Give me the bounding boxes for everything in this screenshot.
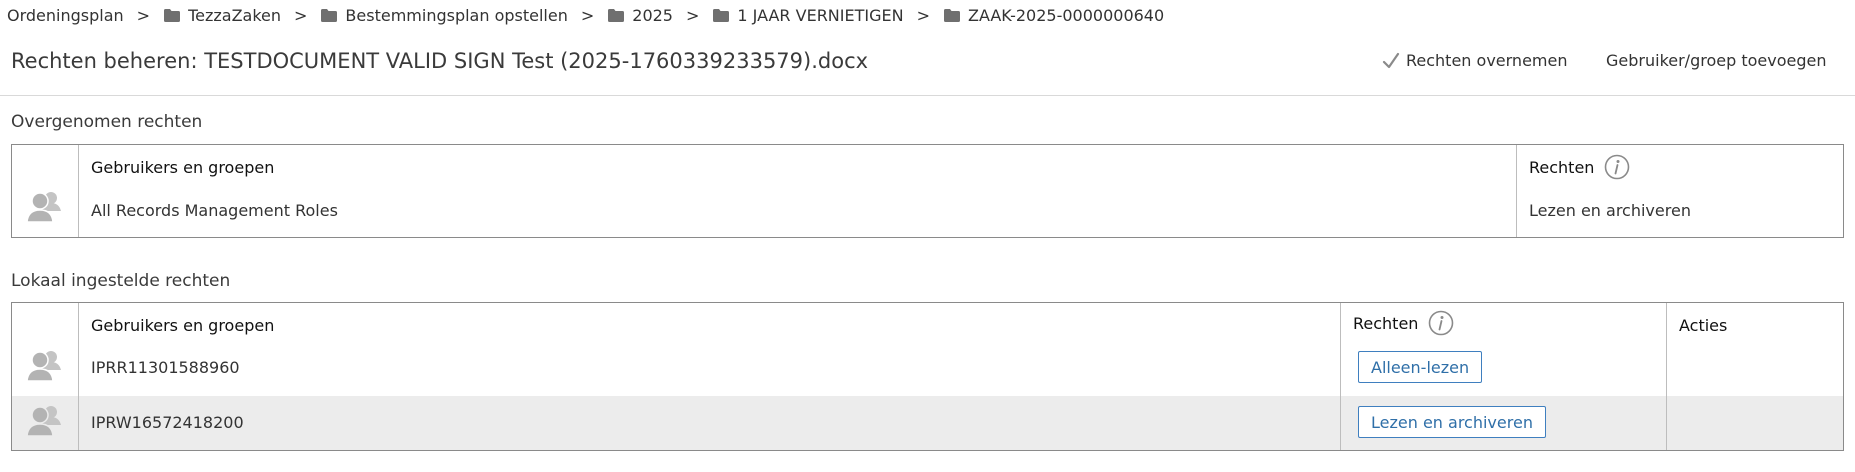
column-divider: [1340, 303, 1341, 450]
inherited-rights-table: Gebruikers en groepen Rechten All Record…: [11, 144, 1844, 238]
column-header-users: Gebruikers en groepen: [91, 316, 275, 335]
rights-button-read-archive[interactable]: Lezen en archiveren: [1358, 406, 1546, 438]
info-icon[interactable]: [1604, 154, 1630, 180]
breadcrumb-item-2025[interactable]: 2025: [608, 6, 673, 25]
info-icon[interactable]: [1428, 310, 1454, 336]
breadcrumb-label: 2025: [632, 5, 673, 25]
inherit-rights-label: Rechten overnemen: [1406, 51, 1568, 70]
column-header-actions: Acties: [1679, 316, 1728, 335]
local-rights-table: Gebruikers en groepen Rechten Acties IPR…: [11, 302, 1844, 451]
breadcrumb: Ordeningsplan > TezzaZaken > Bestemmings…: [7, 4, 1164, 26]
add-user-group-label: Gebruiker/groep toevoegen: [1606, 51, 1827, 70]
breadcrumb-label: TezzaZaken: [188, 5, 282, 25]
folder-icon: [164, 8, 181, 22]
inherited-user: All Records Management Roles: [91, 201, 338, 220]
header-divider: [0, 95, 1855, 96]
table-row-background: [12, 396, 1843, 450]
breadcrumb-separator: >: [580, 5, 595, 25]
breadcrumb-separator: >: [294, 5, 308, 25]
breadcrumb-label: 1 JAAR VERNIETIGEN: [737, 5, 904, 25]
folder-icon: [321, 8, 338, 22]
breadcrumb-root[interactable]: Ordeningsplan: [7, 6, 124, 25]
local-user: IPRR11301588960: [91, 358, 240, 377]
folder-icon: [943, 8, 960, 22]
breadcrumb-item-bestemmingsplan[interactable]: Bestemmingsplan opstellen: [321, 5, 568, 25]
user-group-icon: [26, 406, 61, 437]
column-header-rights-label: Rechten: [1529, 157, 1595, 177]
folder-icon: [713, 8, 730, 22]
column-header-rights: Rechten: [1353, 310, 1454, 336]
column-divider: [1666, 303, 1667, 450]
column-divider: [1516, 145, 1517, 237]
inherit-rights-button[interactable]: Rechten overnemen: [1382, 51, 1567, 70]
column-header-users: Gebruikers en groepen: [91, 158, 275, 177]
column-divider: [78, 303, 79, 450]
breadcrumb-item-tezzazaken[interactable]: TezzaZaken: [164, 6, 281, 25]
breadcrumb-separator: >: [916, 5, 930, 25]
breadcrumb-label: ZAAK-2025-0000000640: [967, 5, 1165, 25]
breadcrumb-item-zaak[interactable]: ZAAK-2025-0000000640: [943, 5, 1165, 25]
breadcrumb-label: Bestemmingsplan opstellen: [345, 5, 568, 25]
user-group-icon: [26, 351, 61, 382]
inherited-rights-value: Lezen en archiveren: [1529, 201, 1691, 220]
breadcrumb-separator: >: [136, 5, 151, 25]
local-section-title: Lokaal ingestelde rechten: [11, 271, 231, 291]
inherited-section-title: Overgenomen rechten: [11, 112, 203, 132]
add-user-group-button[interactable]: Gebruiker/groep toevoegen: [1606, 51, 1826, 70]
column-header-rights: Rechten: [1529, 154, 1630, 180]
checkmark-icon: [1382, 52, 1400, 68]
column-divider: [78, 145, 79, 237]
rights-button-read-only[interactable]: Alleen-lezen: [1358, 351, 1483, 383]
breadcrumb-item-1-jaar-vernietigen[interactable]: 1 JAAR VERNIETIGEN: [713, 5, 904, 25]
column-header-rights-label: Rechten: [1353, 313, 1419, 333]
user-group-icon: [26, 192, 61, 223]
page-title: Rechten beheren: TESTDOCUMENT VALID SIGN…: [11, 49, 869, 73]
breadcrumb-separator: >: [685, 5, 700, 25]
local-user: IPRW16572418200: [91, 413, 244, 432]
folder-icon: [608, 8, 625, 22]
